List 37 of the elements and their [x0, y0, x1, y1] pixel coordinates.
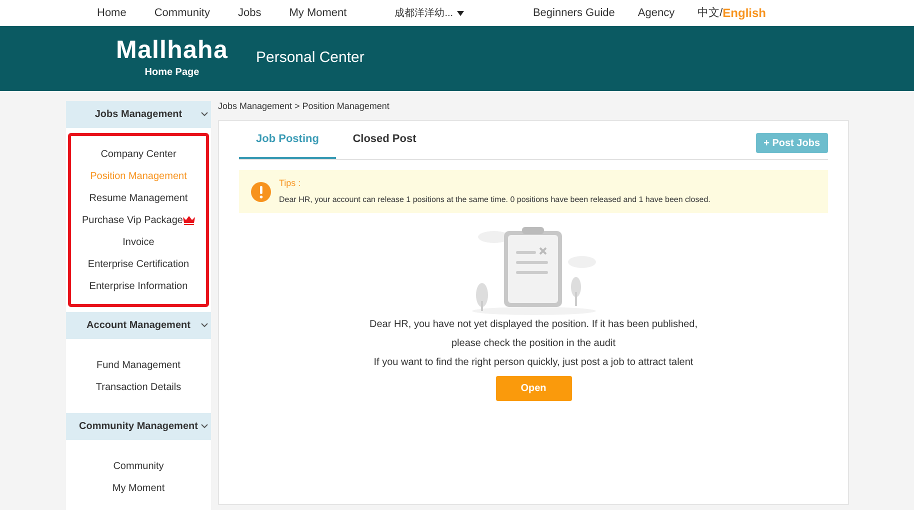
chevron-icon — [201, 323, 208, 328]
tab[interactable]: Closed Post — [336, 122, 433, 159]
nav-link[interactable]: My Moment — [289, 4, 347, 22]
nav-link[interactable]: Community — [154, 4, 210, 22]
message-text: please check the position in the audit — [451, 337, 616, 351]
chevron-icon — [201, 112, 208, 117]
chevron-icon — [201, 424, 208, 429]
section-header[interactable]: Community Management — [66, 413, 211, 440]
sidebar-item[interactable]: My Moment — [112, 480, 165, 496]
warning-icon — [251, 182, 271, 202]
sidebar-item[interactable]: Enterprise Certification — [88, 256, 190, 272]
sidebar-item[interactable]: Invoice — [122, 234, 154, 250]
section-header[interactable]: Jobs Management — [66, 101, 211, 128]
home-page-link[interactable]: Home Page — [140, 64, 204, 80]
nav-link[interactable]: Home — [97, 4, 126, 22]
sidebar-item[interactable]: Company Center — [100, 146, 176, 162]
section-header[interactable]: Account Management — [66, 312, 211, 339]
breadcrumb: Jobs Management > Position Management — [218, 100, 390, 113]
tips-title: Tips : — [279, 176, 302, 190]
nav-link[interactable]: Beginners Guide — [532, 4, 615, 22]
nav-link[interactable]: Jobs — [238, 4, 262, 22]
city-dropdown[interactable]: 成都洋洋幼... — [394, 6, 464, 20]
sidebar-item[interactable]: Fund Management — [96, 358, 180, 372]
sidebar-item[interactable]: Purchase Vip Package — [82, 212, 183, 228]
sidebar-item[interactable]: Transaction Details — [96, 380, 182, 394]
message-text: Dear HR, you have not yet displayed the position. If it has been published, — [370, 318, 698, 332]
message-text: If you want to find the right person quickly, just post a job to attract talent — [374, 356, 694, 370]
tips-text: Dear HR, your account can release 1 positions at the same time. 0 positions have been released and 1 have been closed. — [279, 194, 710, 206]
language-link[interactable]: 中文/ — [698, 4, 723, 22]
crown-icon — [183, 216, 195, 224]
logo[interactable]: Mallhaha — [116, 38, 228, 62]
nav-link[interactable]: Agency — [638, 4, 675, 22]
sidebar-item[interactable]: Resume Management — [89, 190, 188, 206]
page-title: Personal Center — [256, 48, 364, 68]
sidebar-item[interactable]: Enterprise Information — [89, 278, 188, 294]
caret-icon — [457, 10, 464, 16]
sidebar-item[interactable]: Community — [113, 458, 164, 474]
